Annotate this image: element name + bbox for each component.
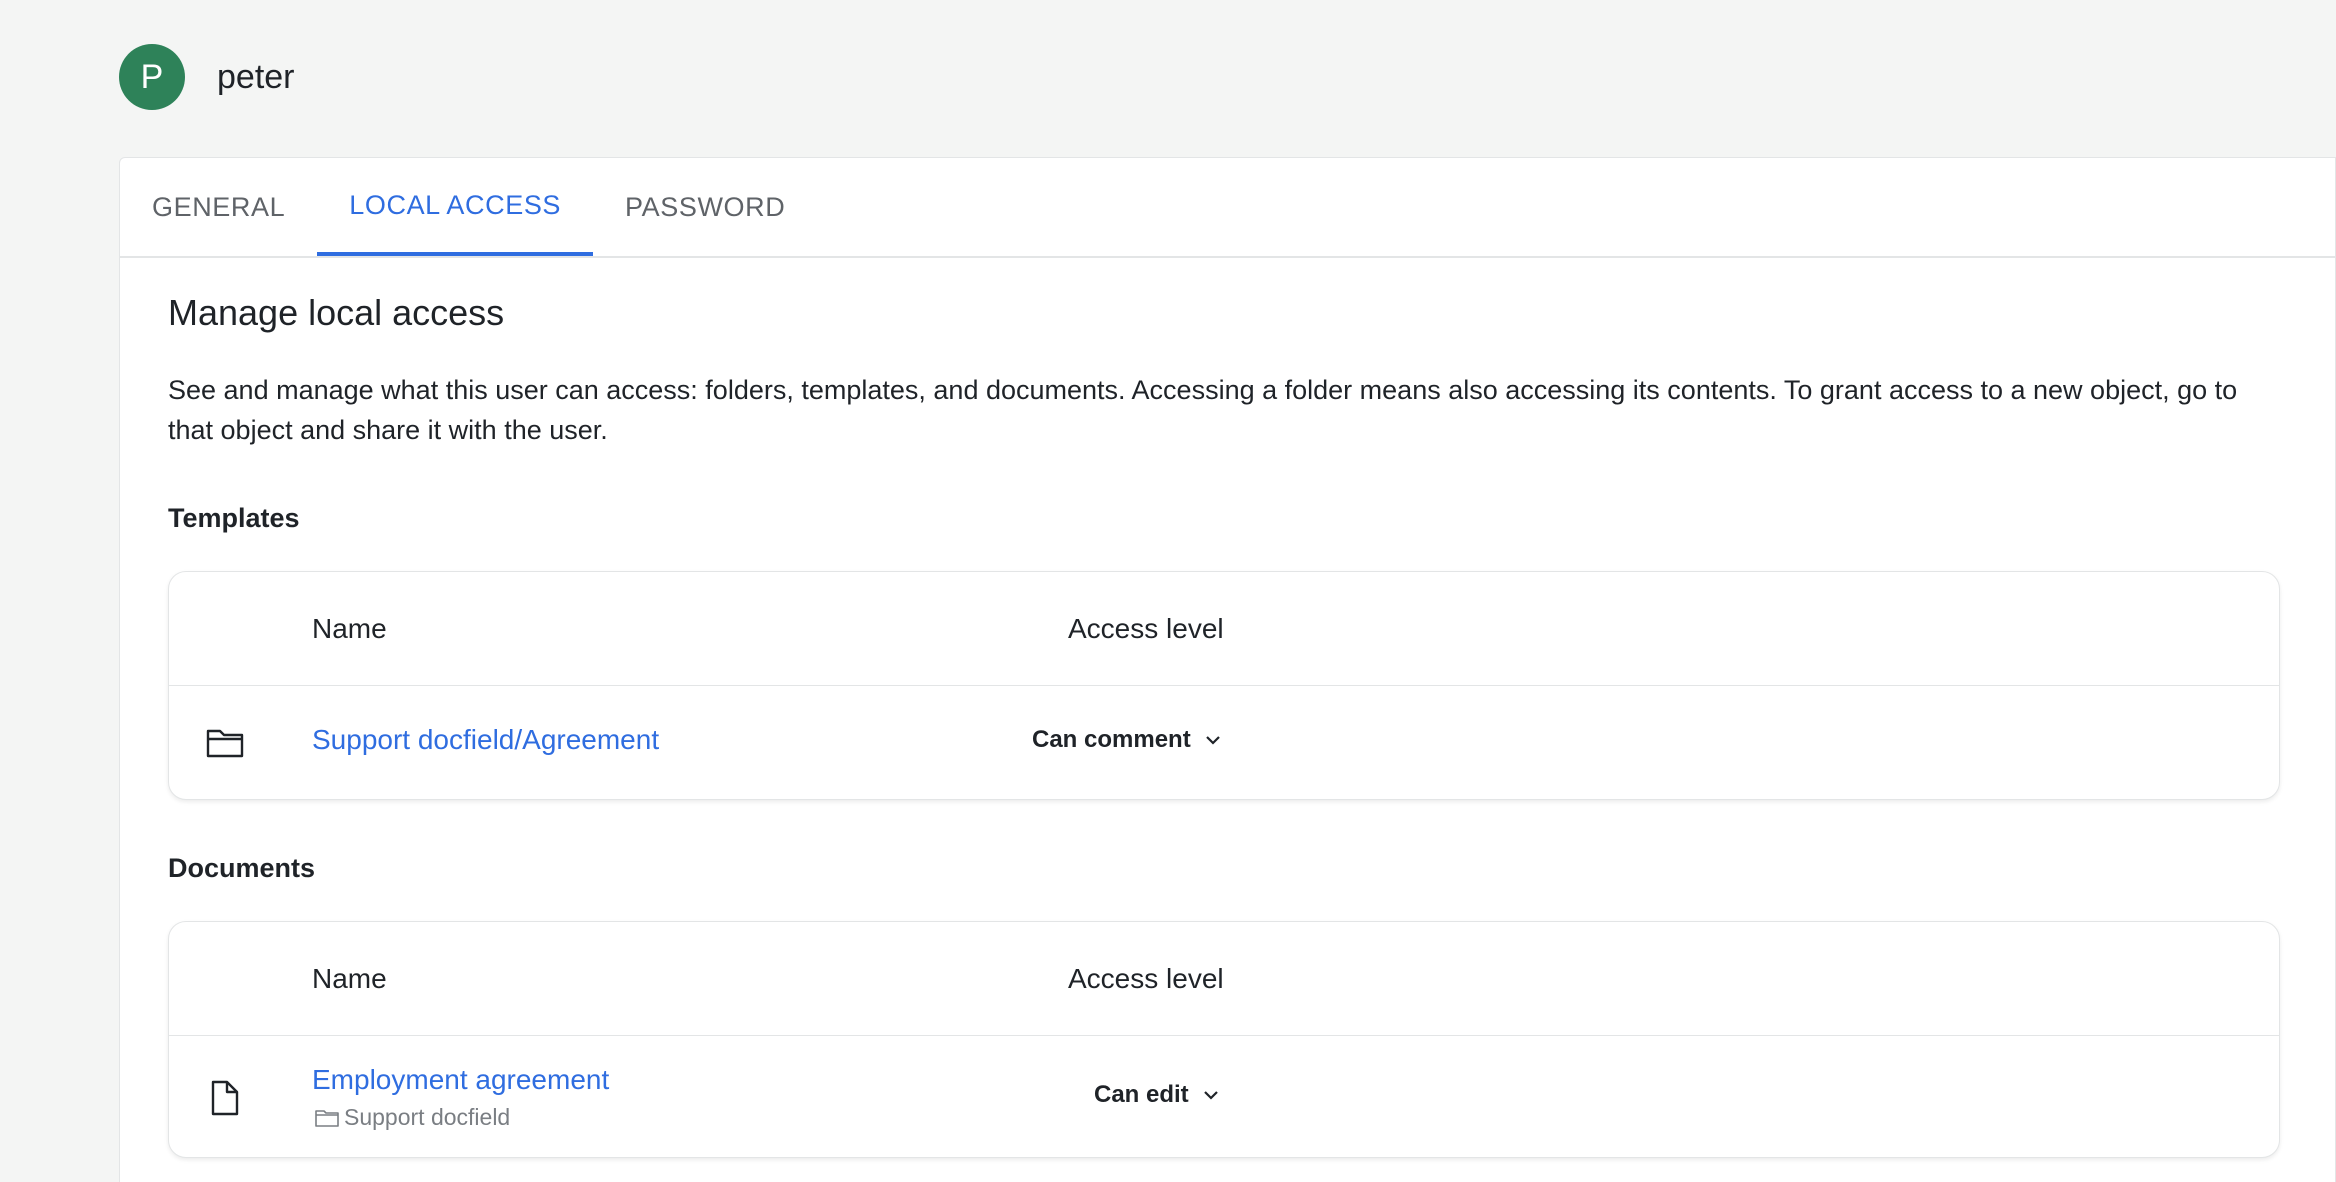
column-header-access-level: Access level [1068,962,1224,994]
tab-bar: GENERAL LOCAL ACCESS PASSWORD [120,158,2335,258]
tab-local-access[interactable]: LOCAL ACCESS [317,158,594,256]
user-name: peter [217,57,295,96]
column-header-name: Name [312,612,387,644]
templates-table: Name Access level Support docfield/Agree… [168,571,2280,800]
tab-password[interactable]: PASSWORD [593,158,817,256]
access-level-value: Can edit [1094,1081,1189,1108]
column-header-name: Name [312,962,387,994]
document-icon [205,1080,245,1116]
document-location: Support docfield [314,1104,510,1131]
template-link[interactable]: Support docfield/Agreement [312,724,659,756]
access-level-value: Can comment [1032,726,1191,753]
user-header: P peter [119,44,295,110]
column-header-access-level: Access level [1068,612,1224,644]
documents-table: Name Access level Employment agreement S… [168,921,2280,1158]
page: P peter GENERAL LOCAL ACCESS PASSWORD Ma… [0,0,2336,1182]
folder-icon [205,726,245,760]
table-header: Name Access level [169,572,2279,686]
chevron-down-icon [1203,1091,1218,1100]
tab-general[interactable]: GENERAL [120,158,317,256]
templates-heading: Templates [168,503,300,533]
access-level-dropdown[interactable]: Can edit [1094,1081,1219,1109]
section-title: Manage local access [168,292,505,333]
document-location-label: Support docfield [344,1104,511,1130]
table-row: Support docfield/Agreement Can comment [169,686,2279,800]
table-header: Name Access level [169,922,2279,1036]
document-link[interactable]: Employment agreement [312,1064,609,1096]
avatar: P [119,44,185,110]
user-settings-card: GENERAL LOCAL ACCESS PASSWORD Manage loc… [119,157,2336,1182]
documents-heading: Documents [168,853,316,883]
access-level-dropdown[interactable]: Can comment [1032,726,1221,754]
section-description: See and manage what this user can access… [168,375,2238,445]
folder-icon [315,1109,339,1127]
chevron-down-icon [1205,736,1220,745]
table-row: Employment agreement Support docfield Ca… [169,1036,2279,1158]
